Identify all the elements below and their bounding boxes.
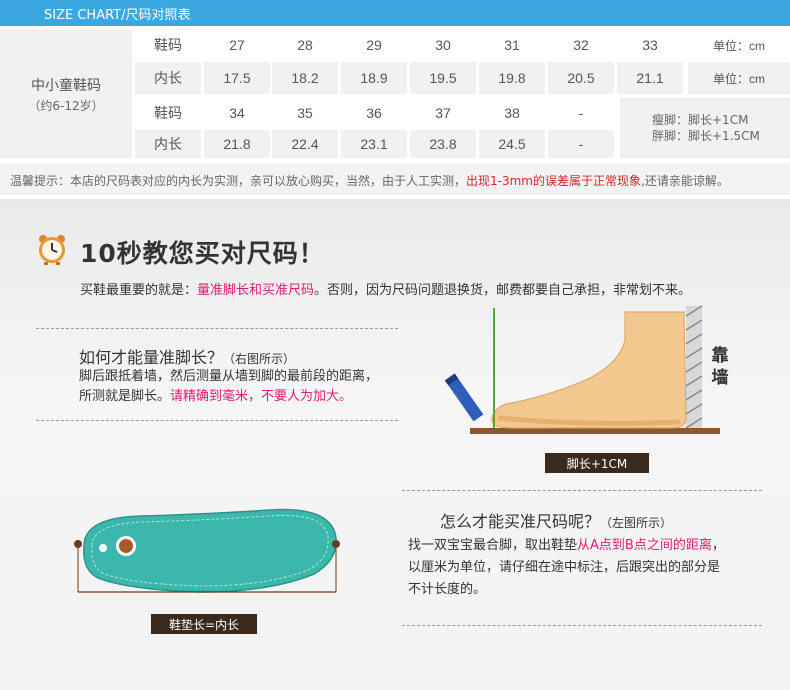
inner-length-cell: 18.9 bbox=[341, 62, 407, 94]
shoe-size-cell: 36 bbox=[366, 105, 382, 121]
wall-label: 靠墙 bbox=[711, 346, 729, 388]
shoe-size-cell: 37 bbox=[435, 105, 451, 121]
shoe-size-cell: 27 bbox=[229, 37, 245, 53]
inner-length-cell: 19.5 bbox=[410, 62, 476, 94]
foot-width-note: 瘦脚：脚长+1CM 胖脚：脚长+1.5CM bbox=[620, 98, 790, 158]
insole-length-tag: 鞋垫长=内长 bbox=[151, 614, 257, 634]
shoe-size-cell: 33 bbox=[642, 37, 658, 53]
inner-length-cell: 17.5 bbox=[204, 62, 270, 94]
inner-length-cell: 24.5 bbox=[479, 130, 545, 158]
inner-length-cell: 23.8 bbox=[410, 130, 476, 158]
unit-label: 单位：cm bbox=[688, 62, 790, 94]
buy-line-1: 找一双宝宝最合脚，取出鞋垫从A点到B点之间的距离， bbox=[408, 535, 768, 557]
row-label-shoe-size: 鞋码 bbox=[154, 37, 182, 53]
divider-buy-bottom bbox=[402, 625, 762, 626]
inner-length-cell: 23.1 bbox=[341, 130, 407, 158]
measure-line-2-highlight: 请精确到毫米，不要人为加大。 bbox=[170, 389, 353, 404]
shoe-size-cell: 31 bbox=[504, 37, 520, 53]
inner-length-cell: 20.5 bbox=[548, 62, 614, 94]
measure-title-text: 如何才能量准脚长？ bbox=[79, 348, 224, 367]
measure-title: 如何才能量准脚长？（右图所示） bbox=[79, 344, 295, 368]
intro-suffix: 。否则，因为尺码问题退换货，邮费都要自己承担，非常划不来。 bbox=[314, 283, 692, 298]
inner-length-cell: 22.4 bbox=[272, 130, 338, 158]
buy-line-1-prefix: 找一双宝宝最合脚，取出鞋垫 bbox=[408, 538, 578, 553]
shoe-size-cell: 32 bbox=[573, 37, 589, 53]
shoe-size-cell: - bbox=[578, 105, 584, 121]
inner-length-cell: 19.8 bbox=[479, 62, 545, 94]
row-label-inner-length: 内长 bbox=[135, 130, 201, 158]
shoe-size-cell: 34 bbox=[229, 105, 245, 121]
measure-line-2-prefix: 所测就是脚长。 bbox=[79, 389, 171, 404]
measure-hint: （右图所示） bbox=[223, 352, 296, 366]
group-label-cell: 中小童鞋码 （约6-12岁） bbox=[0, 30, 132, 158]
alarm-clock-icon bbox=[39, 235, 65, 265]
tip-strip: 温馨提示：本店的尺码表对应的内长为实测，亲可以放心购买，当然，由于人工实测，出现… bbox=[0, 163, 790, 195]
measure-line-1: 脚后跟抵着墙，然后测量从墙到脚的最前段的距离， bbox=[79, 369, 379, 384]
buy-title-text: 怎么才能买准尺码呢？ bbox=[440, 512, 601, 531]
insole-illustration bbox=[74, 508, 340, 593]
inner-length-cell: - bbox=[548, 130, 614, 158]
guide-intro: 买鞋最重要的就是：量准脚长和买准尺码。否则，因为尺码问题退换货，邮费都要自己承担… bbox=[80, 279, 691, 298]
buy-line-2: 以厘米为单位，请仔细在途中标注，后跟突出的部分是 bbox=[408, 560, 721, 575]
tip-highlight: 出现1-3mm的误差属于正常现象 bbox=[466, 174, 641, 188]
buy-line-3: 不计长度的。 bbox=[408, 582, 487, 597]
intro-highlight: 量准脚长和买准尺码 bbox=[197, 283, 315, 298]
buy-line-1-suffix: ， bbox=[711, 538, 725, 553]
shoe-size-cell: 28 bbox=[297, 37, 313, 53]
buy-body: 找一双宝宝最合脚，取出鞋垫从A点到B点之间的距离， 以厘米为单位，请仔细在途中标… bbox=[408, 535, 768, 601]
row-label-shoe-size: 鞋码 bbox=[154, 105, 182, 121]
inner-length-cell: 21.1 bbox=[617, 62, 683, 94]
measure-line-2: 所测就是脚长。请精确到毫米，不要人为加大。 bbox=[79, 387, 378, 407]
intro-prefix: 买鞋最重要的就是： bbox=[80, 283, 198, 298]
tip-prefix: 温馨提示：本店的尺码表对应的内长为实测，亲可以放心购买，当然，由于人工实测， bbox=[10, 174, 467, 188]
tip-suffix: ,还请亲能谅解。 bbox=[641, 174, 729, 188]
inner-length-cell: 18.2 bbox=[272, 62, 338, 94]
guide-headline: 10秒教您买对尺码！ bbox=[80, 239, 325, 268]
inner-length-cell: 21.8 bbox=[204, 130, 270, 158]
header-bar: SIZE CHART/尺码对照表 bbox=[0, 0, 790, 26]
shoe-size-cell: 29 bbox=[366, 37, 382, 53]
buy-line-1-highlight: 从A点到B点之间的距离 bbox=[577, 538, 712, 553]
thin-foot-note: 瘦脚：脚长+1CM bbox=[652, 113, 749, 127]
buy-hint: （左图所示） bbox=[600, 516, 673, 530]
fat-foot-note: 胖脚：脚长+1.5CM bbox=[652, 129, 760, 143]
shoe-size-cell: 38 bbox=[504, 105, 520, 121]
divider-buy-top bbox=[402, 490, 762, 491]
foot-measure-illustration bbox=[444, 305, 720, 434]
divider-top bbox=[36, 328, 398, 329]
foot-length-tag: 脚长+1CM bbox=[545, 453, 649, 473]
size-chart-table: 中小童鞋码 （约6-12岁） 鞋码 内长 27 28 29 30 31 32 33 17.5 18.… bbox=[0, 30, 790, 158]
shoe-size-cell: 35 bbox=[297, 105, 313, 121]
unit-label: 单位：cm bbox=[713, 38, 765, 53]
shoe-size-cell: 30 bbox=[435, 37, 451, 53]
row-label-inner-length: 内长 bbox=[135, 62, 201, 94]
divider-measure bbox=[36, 420, 398, 421]
buy-title: 怎么才能买准尺码呢？（左图所示） bbox=[440, 508, 672, 532]
header-title: SIZE CHART/尺码对照表 bbox=[44, 8, 191, 23]
measure-body: 脚后跟抵着墙，然后测量从墙到脚的最前段的距离， 所测就是脚长。请精确到毫米，不要… bbox=[79, 367, 378, 407]
group-label: 中小童鞋码 bbox=[31, 77, 101, 94]
age-range: （约6-12岁） bbox=[28, 98, 104, 113]
